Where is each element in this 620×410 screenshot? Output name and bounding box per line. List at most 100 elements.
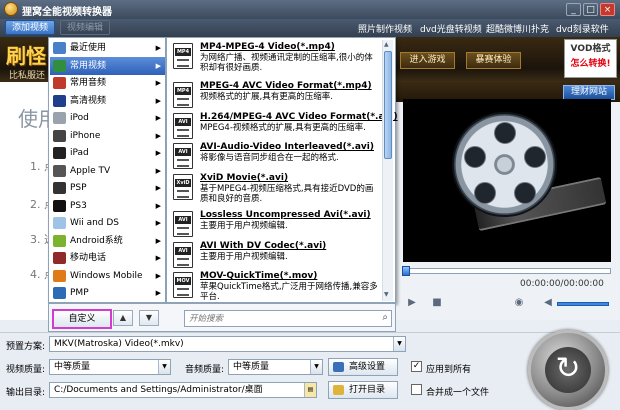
format-item[interactable]: XviD XviD Movie(*.avi) 基于MPEG4-视频压缩格式,具有接近…: [169, 171, 379, 204]
category-item[interactable]: PSP ▶: [50, 179, 165, 197]
settings-icon: [333, 362, 344, 372]
psp-icon: [53, 182, 66, 194]
chevron-down-icon: ▼: [158, 360, 170, 374]
seek-bar[interactable]: [402, 266, 611, 276]
category-item[interactable]: PS3 ▶: [50, 197, 165, 215]
folder-icon[interactable]: ▤: [304, 383, 316, 397]
menu-bottom-bar: 自定义 ▲ ▼ ⌕: [48, 303, 396, 332]
category-item[interactable]: iPod ▶: [50, 109, 165, 127]
video-quality-select[interactable]: 中等质量 ▼: [49, 359, 171, 375]
file-format-icon: AVI: [173, 211, 193, 237]
category-item[interactable]: Android系统 ▶: [50, 232, 165, 250]
file-format-icon: AVI: [173, 242, 193, 268]
chevron-down-icon: ▼: [310, 360, 322, 374]
enter-game-button[interactable]: 进入游戏: [400, 52, 455, 69]
scroll-down-icon[interactable]: ▼: [384, 291, 389, 298]
category-item[interactable]: 最近使用 ▶: [50, 39, 165, 57]
vod-subtitle: 怎么转换!: [570, 59, 611, 69]
format-item[interactable]: MP4 MPEG-4 AVC Video Format(*.mp4) 视频格式的扩展…: [169, 79, 379, 112]
link-weibo-poker[interactable]: 超酷微博川扑克: [486, 22, 549, 35]
hd-icon: [53, 95, 66, 107]
file-format-icon: MP4: [173, 82, 193, 108]
window-title: 狸窝全能视频转换器: [22, 7, 112, 18]
stop-icon[interactable]: ■: [430, 297, 444, 309]
preset-select[interactable]: MKV(Matroska) Video(*.mkv) ▼: [49, 336, 406, 352]
minimize-button[interactable]: _: [566, 3, 581, 16]
scroll-thumb[interactable]: [384, 51, 392, 159]
category-item[interactable]: 常用视频 ▶: [50, 57, 165, 75]
chevron-down-icon: ▼: [393, 337, 405, 351]
audio-quality-label: 音频质量:: [185, 365, 225, 375]
vod-ad[interactable]: VOD格式 怎么转换!: [564, 39, 617, 78]
file-format-icon: AVI: [173, 113, 193, 139]
search-input[interactable]: [189, 313, 369, 325]
clock-icon: [53, 42, 66, 54]
format-search: ⌕: [184, 310, 392, 327]
format-item[interactable]: MOV MOV-QuickTime(*.mov) 苹果QuickTime格式,广泛用…: [169, 269, 379, 302]
advanced-settings-button[interactable]: 高级设置: [328, 358, 398, 376]
format-menu-scrollbar[interactable]: ▲ ▼: [382, 40, 393, 301]
add-video-button[interactable]: 添加视频: [5, 20, 56, 35]
file-format-icon: XviD: [173, 174, 193, 200]
file-format-icon: AVI: [173, 143, 193, 169]
format-item[interactable]: AVI AVI With DV Codec(*.avi) 主要用于用户视频编辑.: [169, 239, 379, 272]
move-up-button[interactable]: ▲: [113, 310, 133, 326]
apple-tv-icon: [53, 165, 66, 177]
volume-icon[interactable]: ◀: [541, 297, 555, 309]
folder-open-icon: [333, 385, 344, 395]
ps3-icon: [53, 200, 66, 212]
link-photo-to-video[interactable]: 照片制作视频: [358, 22, 412, 35]
finance-site-button[interactable]: 理财网站: [563, 85, 615, 100]
convert-button[interactable]: ↻: [528, 330, 608, 410]
vod-title: VOD格式: [570, 44, 611, 54]
video-quality-label: 视频质量:: [6, 365, 46, 375]
category-item[interactable]: iPad ▶: [50, 144, 165, 162]
format-item[interactable]: AVI AVI-Audio-Video Interleaved(*.avi) 将影像…: [169, 140, 379, 173]
custom-button[interactable]: 自定义: [52, 309, 112, 329]
maximize-button[interactable]: □: [583, 3, 598, 16]
category-item[interactable]: iPhone ▶: [50, 127, 165, 145]
audio-quality-select[interactable]: 中等质量 ▼: [228, 359, 323, 375]
category-item[interactable]: Windows Mobile ▶: [50, 267, 165, 285]
format-item[interactable]: MP4 MP4-MPEG-4 Video(*.mp4) 为网络广播、视频通讯定制的压…: [169, 40, 379, 73]
app-logo-icon: [4, 2, 18, 16]
close-button[interactable]: ×: [600, 3, 615, 16]
move-down-button[interactable]: ▼: [139, 310, 159, 326]
format-item[interactable]: AVI Lossless Uncompressed Avi(*.avi) 主要用于用…: [169, 208, 379, 241]
category-item[interactable]: Apple TV ▶: [50, 162, 165, 180]
music-icon: [53, 77, 66, 89]
film-reel-icon: [452, 112, 557, 217]
apply-all-checkbox[interactable]: ✓: [411, 361, 422, 372]
refresh-icon: ↻: [545, 347, 591, 393]
link-dvd-to-video[interactable]: dvd光盘转视频: [420, 22, 482, 35]
link-dvd-burn[interactable]: dvd刻录软件: [556, 22, 609, 35]
search-icon[interactable]: ⌕: [382, 312, 388, 323]
output-dir-label: 输出目录:: [6, 388, 46, 398]
trial-button[interactable]: 暴赛体验: [466, 52, 521, 69]
output-dir-field[interactable]: C:/Documents and Settings/Administrator/…: [49, 382, 317, 398]
wii-icon: [53, 217, 66, 229]
category-item[interactable]: 常用音频 ▶: [50, 74, 165, 92]
category-menu: 最近使用 ▶ 常用视频 ▶ 常用音频 ▶ 高清视频 ▶ iPod ▶ iPhone ▶ iP…: [48, 37, 166, 303]
edit-video-button[interactable]: 视频编辑: [60, 20, 111, 35]
seek-handle[interactable]: [402, 266, 410, 276]
play-icon[interactable]: ▶: [405, 297, 419, 309]
category-item[interactable]: Wii and DS ▶: [50, 214, 165, 232]
snapshot-icon[interactable]: ◉: [512, 297, 526, 309]
category-item[interactable]: PMP ▶: [50, 284, 165, 302]
open-directory-button[interactable]: 打开目录: [328, 381, 398, 399]
format-item[interactable]: AVI H.264/MPEG-4 AVC Video Format(*.avi) M…: [169, 110, 398, 143]
merge-checkbox[interactable]: [411, 384, 422, 395]
scroll-up-icon[interactable]: ▲: [384, 41, 389, 48]
category-item[interactable]: 高清视频 ▶: [50, 92, 165, 110]
time-display: 00:00:00/00:00:00: [520, 279, 604, 289]
format-menu: MP4 MP4-MPEG-4 Video(*.mp4) 为网络广播、视频通讯定制的压…: [166, 37, 398, 303]
banner-subtitle: 比私服还: [9, 71, 46, 81]
category-item[interactable]: 移动电话 ▶: [50, 249, 165, 267]
file-format-icon: MOV: [173, 272, 193, 298]
windows-icon: [53, 270, 66, 282]
merge-label: 合并成一个文件: [426, 388, 490, 398]
title-bar: 狸窝全能视频转换器 _ □ ×: [0, 0, 620, 19]
preset-label: 预置方案:: [6, 342, 46, 352]
volume-slider[interactable]: [557, 302, 609, 306]
